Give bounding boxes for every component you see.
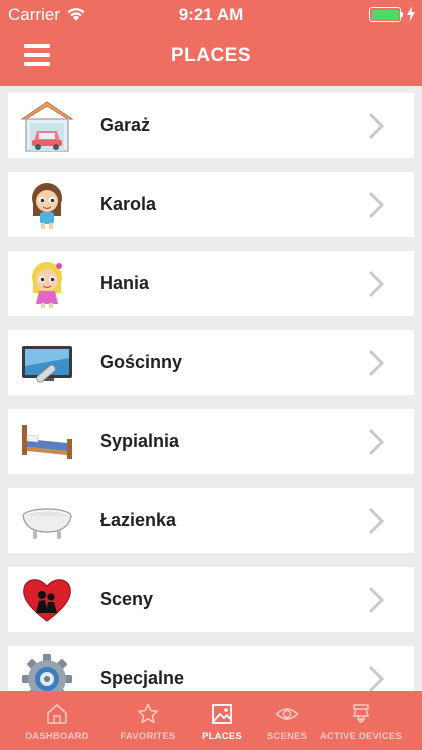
place-row-garaz[interactable]: Garaż <box>8 93 414 158</box>
place-row-hania[interactable]: Hania <box>8 251 414 316</box>
place-row-goscinny[interactable]: Gościnny <box>8 330 414 395</box>
chevron-right-icon <box>368 507 385 535</box>
garage-icon <box>20 101 74 152</box>
tab-dashboard[interactable]: DASHBOARD <box>8 691 106 750</box>
place-row-karola[interactable]: Karola <box>8 172 414 237</box>
place-label: Łazienka <box>100 510 177 530</box>
chevron-right-icon <box>368 586 385 614</box>
ceiling-lamp-icon <box>353 704 369 723</box>
heart-couple-icon <box>23 579 71 622</box>
chevron-right-icon <box>368 428 385 456</box>
places-list: Garaż Karola Hania Gościnny Sypialnia Ła… <box>8 93 414 725</box>
charging-bolt-icon <box>407 6 415 22</box>
girl-blonde-hair-icon <box>32 262 62 308</box>
tab-places[interactable]: PLACES <box>190 691 254 750</box>
home-icon <box>47 704 67 724</box>
tab-active-devices[interactable]: ACTIVE DEVICES <box>320 691 402 750</box>
tab-label: DASHBOARD <box>25 731 89 742</box>
place-label: Karola <box>100 194 157 214</box>
place-label: Garaż <box>100 115 151 135</box>
place-label: Sypialnia <box>100 431 180 451</box>
tab-label: PLACES <box>202 731 242 742</box>
bathtub-icon <box>22 508 72 539</box>
battery-icon <box>369 7 401 22</box>
battery-tip <box>401 12 403 17</box>
picture-icon <box>212 704 232 724</box>
tab-bar: DASHBOARD FAVORITES PLACES SCENES ACTIVE… <box>0 691 422 750</box>
page-title: PLACES <box>170 45 252 66</box>
place-row-sceny[interactable]: Sceny <box>8 567 414 632</box>
place-row-sypialnia[interactable]: Sypialnia <box>8 409 414 474</box>
chevron-right-icon <box>368 112 385 140</box>
clock: 9:21 AM <box>178 5 244 24</box>
tab-scenes[interactable]: SCENES <box>254 691 320 750</box>
place-label: Specjalne <box>100 668 185 688</box>
tab-label: ACTIVE DEVICES <box>320 731 402 742</box>
star-icon <box>137 703 159 724</box>
place-row-lazienka[interactable]: Łazienka <box>8 488 414 553</box>
eye-icon <box>275 708 299 720</box>
chevron-right-icon <box>368 191 385 219</box>
girl-brown-hair-icon <box>32 183 62 229</box>
tab-label: SCENES <box>266 731 308 742</box>
status-bar: Carrier 9:21 AM <box>0 0 422 30</box>
tab-label: FAVORITES <box>120 731 176 742</box>
tv-remote-icon <box>22 346 72 383</box>
tab-favorites[interactable]: FAVORITES <box>106 691 190 750</box>
chevron-right-icon <box>368 665 385 693</box>
place-label: Hania <box>100 273 150 293</box>
chevron-right-icon <box>368 270 385 298</box>
chevron-right-icon <box>368 349 385 377</box>
bed-icon <box>22 425 72 459</box>
app-header: Carrier 9:21 AM PLACES <box>0 0 422 86</box>
place-label: Sceny <box>100 589 154 609</box>
place-label: Gościnny <box>100 352 183 372</box>
